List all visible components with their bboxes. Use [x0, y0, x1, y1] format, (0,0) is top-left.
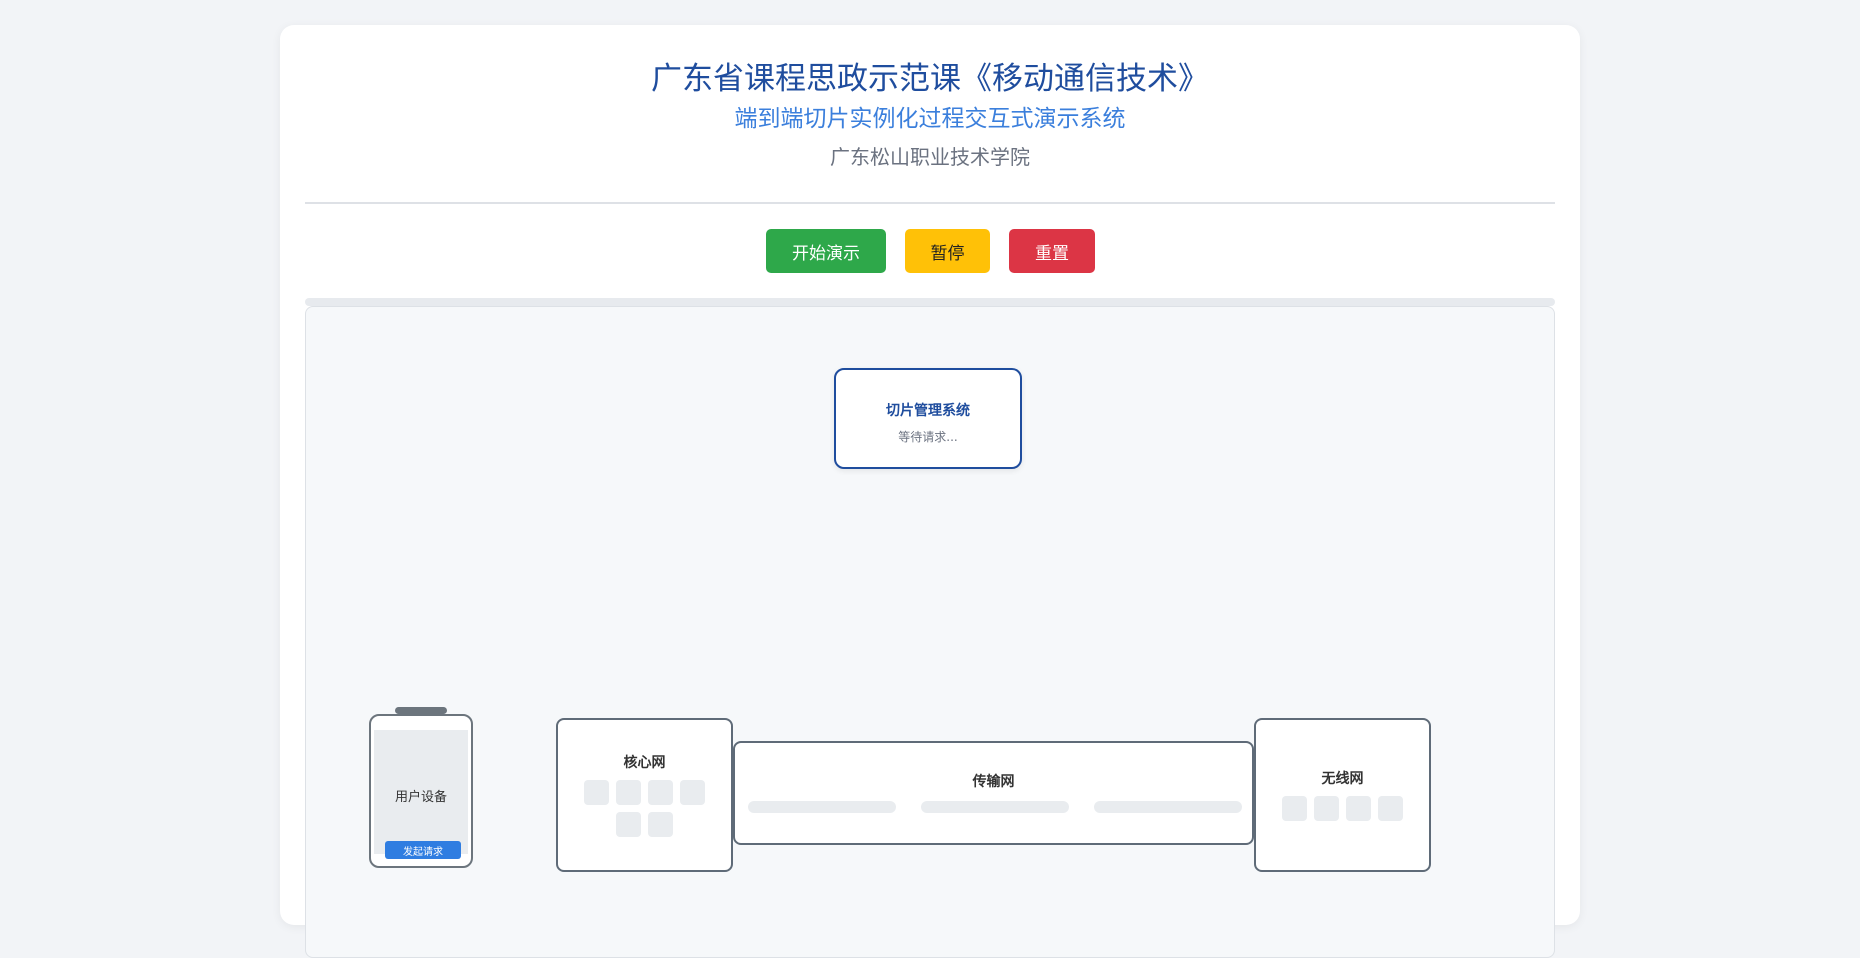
core-network-label: 核心网	[623, 755, 666, 771]
school-name: 广东松山职业技术学院	[830, 145, 1030, 169]
header-divider	[305, 202, 1555, 204]
page-title: 广东省课程思政示范课《移动通信技术》	[651, 61, 1209, 97]
send-request-button[interactable]: 发起请求	[385, 841, 461, 859]
slice-manager-name: 切片管理系统	[886, 403, 970, 419]
core-network-slot	[648, 812, 673, 837]
transport-link	[921, 801, 1069, 813]
core-network-slot	[616, 780, 641, 805]
pause-button[interactable]: 暂停	[905, 229, 990, 273]
radio-network-slot	[1282, 796, 1307, 821]
transport-link	[1094, 801, 1242, 813]
transport-link	[748, 801, 896, 813]
core-network: 核心网	[556, 718, 733, 872]
phone-notch	[395, 707, 447, 714]
user-device: 用户设备 发起请求	[369, 714, 473, 868]
slice-management-system: 切片管理系统 等待请求...	[834, 368, 1022, 469]
start-demo-button[interactable]: 开始演示	[766, 229, 886, 273]
progress-bar	[305, 298, 1555, 306]
page-subtitle: 端到端切片实例化过程交互式演示系统	[734, 106, 1126, 132]
radio-network-slot	[1378, 796, 1403, 821]
core-network-slot	[648, 780, 673, 805]
radio-network: 无线网	[1254, 718, 1431, 872]
transport-network-label: 传输网	[972, 774, 1015, 790]
core-network-slot	[680, 780, 705, 805]
radio-network-slot	[1346, 796, 1371, 821]
transport-network: 传输网	[733, 741, 1254, 845]
radio-network-slot	[1314, 796, 1339, 821]
user-device-label: 用户设备	[394, 790, 447, 805]
slice-manager-status: 等待请求...	[898, 430, 958, 444]
reset-button[interactable]: 重置	[1009, 229, 1095, 273]
core-network-slot	[584, 780, 609, 805]
radio-network-label: 无线网	[1321, 771, 1364, 787]
phone-screen: 用户设备 发起请求	[374, 730, 468, 859]
core-network-slot	[616, 812, 641, 837]
